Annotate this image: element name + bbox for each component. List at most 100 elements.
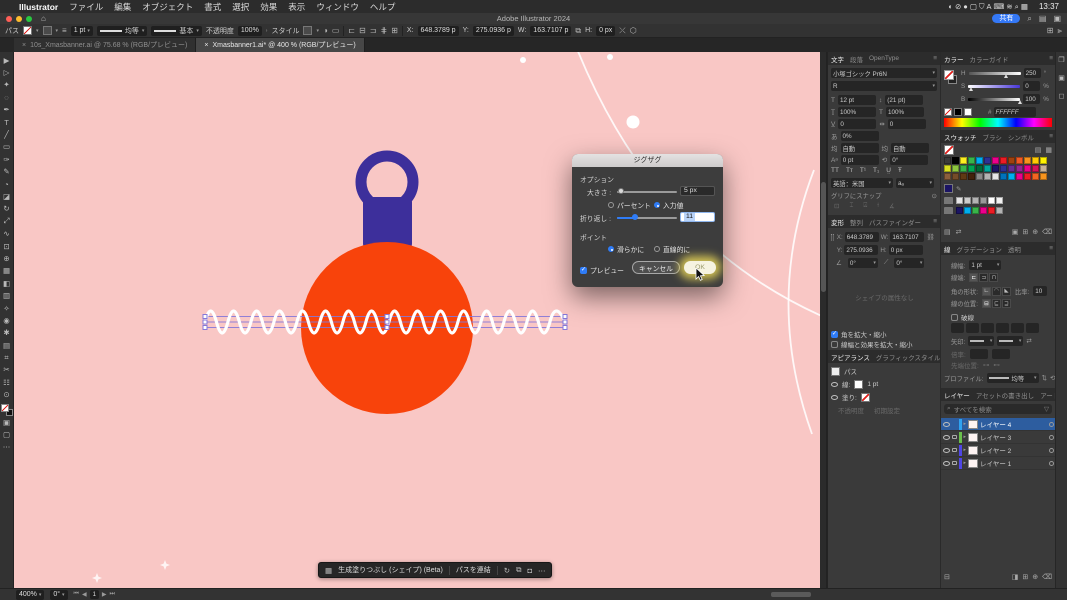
small-caps-icon[interactable]: Tᴛ xyxy=(846,167,853,174)
vertical-scale-field[interactable]: 100% xyxy=(838,107,876,117)
artboard-number-field[interactable]: 1 xyxy=(90,590,99,599)
pencil-tool[interactable]: ✎ xyxy=(0,166,14,178)
layer-row[interactable]: ▸ レイヤー 3 xyxy=(941,431,1056,444)
smooth-radio[interactable]: 滑らかに xyxy=(608,244,644,254)
line-segment-tool[interactable]: ╱ xyxy=(0,128,14,140)
document-tab[interactable]: × 10s_Xmasbanner.ai @ 75.68 % (RGB/プレビュー… xyxy=(14,38,196,52)
recolor-artwork-icon[interactable]: ◑ xyxy=(323,26,328,35)
tab-symbols[interactable]: シンボル xyxy=(1008,132,1034,142)
font-size-field[interactable]: 12 pt xyxy=(838,95,876,105)
superscript-icon[interactable]: T¹ xyxy=(860,167,866,174)
app-menu[interactable]: Illustrator xyxy=(19,2,58,12)
font-style-select[interactable]: R▾ xyxy=(831,81,937,91)
corner-radio[interactable]: 直線的に xyxy=(654,244,690,254)
tab-swatches[interactable]: スウォッチ xyxy=(944,132,977,142)
fill-proxy[interactable] xyxy=(1,404,9,412)
corner-buttons[interactable]: ∟◠◣ xyxy=(982,287,1011,296)
snap-options-icon[interactable]: ⊙ xyxy=(932,192,937,200)
panel-menu-icon[interactable]: ≡ xyxy=(1049,55,1053,62)
generative-fill-button[interactable]: 生成塗りつぶし (シェイプ) (Beta) xyxy=(338,565,443,575)
artboard-tool[interactable]: ⌗ xyxy=(0,351,14,363)
last-artboard-icon[interactable]: ⏭ xyxy=(110,591,115,598)
swatch[interactable] xyxy=(952,157,959,164)
horizontal-scrollbar-thumb[interactable] xyxy=(771,592,811,597)
canvas[interactable] xyxy=(14,52,820,588)
dashed-line-checkbox[interactable]: 破線 xyxy=(951,312,974,322)
home-icon[interactable]: ⌂ xyxy=(41,14,46,23)
group-swatch[interactable] xyxy=(964,207,971,214)
layer-row[interactable]: ▸ レイヤー 4 xyxy=(941,418,1056,431)
ridges-slider-knob[interactable] xyxy=(632,214,638,220)
swatch[interactable] xyxy=(1016,157,1023,164)
visibility-eye-icon[interactable] xyxy=(831,382,838,387)
anti-alias-select[interactable]: aₐ▾ xyxy=(896,178,934,188)
scale-tool[interactable]: ⤢ xyxy=(0,215,14,227)
delete-layer-icon[interactable]: ⌫ xyxy=(1042,573,1052,581)
swatch[interactable] xyxy=(1024,157,1031,164)
language-select[interactable]: 英語：米国▾ xyxy=(831,178,893,188)
swatch[interactable] xyxy=(952,173,959,180)
layer-row[interactable]: ▸ レイヤー 1 xyxy=(941,457,1056,470)
do-not-disturb-icon[interactable]: ⊘ xyxy=(955,2,961,11)
underline-icon[interactable]: Ṳ xyxy=(886,167,891,174)
expand-arrow-icon[interactable]: ▸ xyxy=(964,460,967,466)
style-swatch[interactable] xyxy=(303,26,312,35)
swatch[interactable] xyxy=(992,173,999,180)
rotate-icon[interactable]: ↻ xyxy=(504,566,510,575)
libraries-panel-icon[interactable]: ❐ xyxy=(1058,56,1064,64)
tab-transparency[interactable]: 透明 xyxy=(1008,244,1021,254)
swatch[interactable] xyxy=(968,157,975,164)
shape-builder-tool[interactable]: ⊕ xyxy=(0,252,14,264)
absolute-radio[interactable]: 入力値 xyxy=(654,200,683,210)
swatch[interactable] xyxy=(976,165,983,172)
appearance-stroke-weight[interactable]: 1 pt xyxy=(867,381,878,388)
appearance-default-link[interactable]: 初期設定 xyxy=(874,405,900,415)
stroke-weight-field[interactable]: 1 pt▾ xyxy=(969,260,1001,270)
none-chip[interactable] xyxy=(944,108,952,116)
swatch[interactable] xyxy=(960,165,967,172)
swatch[interactable] xyxy=(1032,157,1039,164)
ornament-cap[interactable] xyxy=(363,197,412,249)
swatch[interactable] xyxy=(1032,173,1039,180)
layer-row[interactable]: ▸ レイヤー 2 xyxy=(941,444,1056,457)
transform-icon[interactable]: ⤫ xyxy=(619,26,625,36)
swatch[interactable] xyxy=(992,157,999,164)
char-rotation-field[interactable]: 0° xyxy=(890,155,928,165)
swatch[interactable] xyxy=(984,165,991,172)
wifi-icon[interactable]: ≋ xyxy=(1006,2,1012,11)
keyboard-icon[interactable]: ⌨ xyxy=(994,2,1005,11)
search-icon[interactable]: ⌕ xyxy=(1027,14,1031,24)
swatch[interactable] xyxy=(1032,165,1039,172)
tab-gradient[interactable]: グラデーション xyxy=(957,244,1002,254)
document-swatch[interactable] xyxy=(944,184,953,193)
share-button[interactable]: 共有 xyxy=(992,14,1020,23)
minimize-window-button[interactable] xyxy=(16,16,22,22)
spotlight-icon[interactable]: ⌕ xyxy=(1015,2,1019,11)
expand-arrow-icon[interactable]: ▸ xyxy=(964,421,967,427)
lock-icon[interactable]: ◘ xyxy=(527,566,532,575)
new-layer-icon[interactable]: ⊕ xyxy=(1032,573,1038,581)
font-family-select[interactable]: 小塚ゴシック Pr6N▾ xyxy=(831,68,937,78)
gradient-tool[interactable]: ▥ xyxy=(0,289,14,301)
width-profile-select[interactable]: 均等▾ xyxy=(987,373,1039,383)
layer-visibility-icon[interactable] xyxy=(943,448,950,453)
edit-toolbar-icon[interactable]: ⋯ xyxy=(0,441,14,453)
cap-buttons[interactable]: ⊏⊐⊓ xyxy=(969,273,998,282)
list-view-icon[interactable]: ▤ xyxy=(1035,146,1042,154)
stroke-color-well[interactable] xyxy=(854,380,863,389)
tab-graphic-styles[interactable]: グラフィックスタイル xyxy=(876,352,940,362)
group-swatch[interactable] xyxy=(964,197,971,204)
group-swatch[interactable] xyxy=(996,207,1003,214)
color-fill-stroke-widget[interactable] xyxy=(944,70,958,86)
active-swatch[interactable] xyxy=(944,145,954,155)
appearance-opacity-link[interactable]: 不透明度 xyxy=(838,405,864,415)
close-tab-icon[interactable]: × xyxy=(204,42,208,49)
pen-tool[interactable]: ✒ xyxy=(0,104,14,116)
swatch[interactable] xyxy=(960,173,967,180)
group-swatch[interactable] xyxy=(980,207,987,214)
x-field[interactable]: 648.3789 p xyxy=(418,26,459,36)
draw-mode-icon[interactable]: ▣ xyxy=(0,416,14,428)
align-center-icon[interactable]: ⊟ xyxy=(359,26,366,35)
baseline-shift-field[interactable]: 0 pt xyxy=(841,155,879,165)
swatch[interactable] xyxy=(944,165,951,172)
